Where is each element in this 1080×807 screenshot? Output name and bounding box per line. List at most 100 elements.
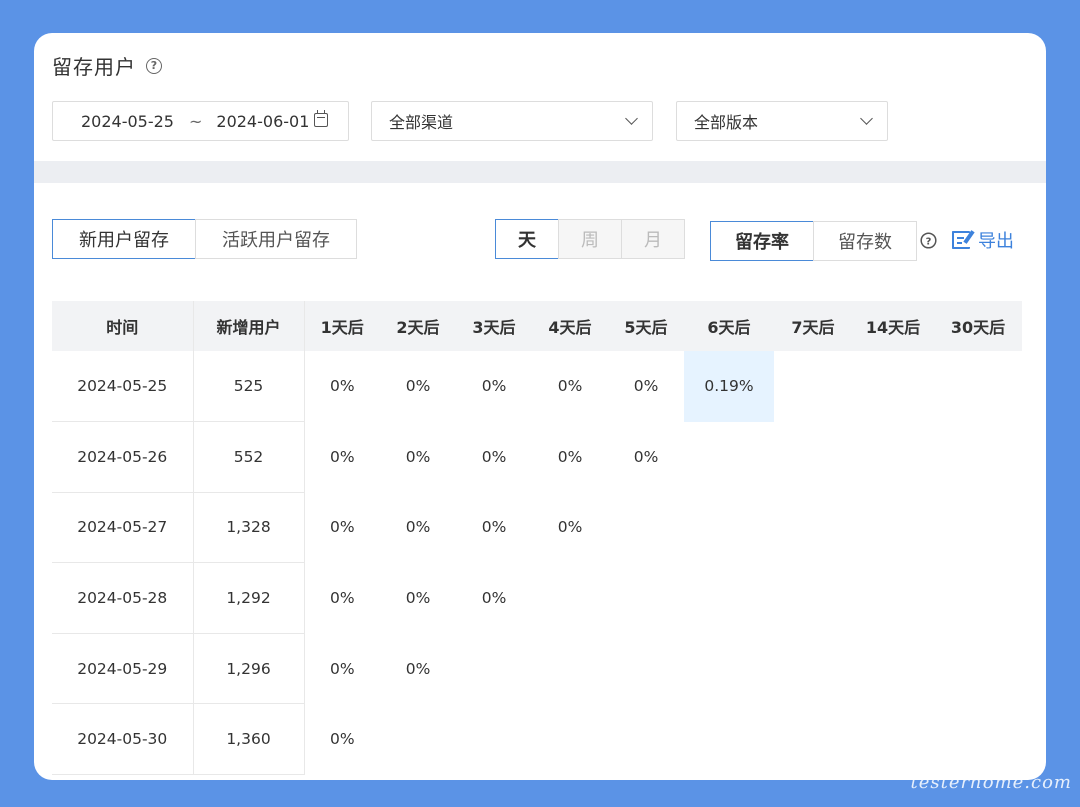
chevron-down-icon[interactable] xyxy=(860,112,873,125)
retention-cell: 0% xyxy=(329,518,355,537)
version-select[interactable]: 全部版本 xyxy=(676,101,888,141)
channel-select-value: 全部渠道 xyxy=(389,113,454,132)
column-header[interactable]: 新增用户 xyxy=(193,301,305,351)
retention-cell xyxy=(684,422,774,493)
retention-cell: 0% xyxy=(633,447,659,466)
table-row: 2024-05-30 1,360 0% xyxy=(52,703,1022,776)
tab-month[interactable]: 月 xyxy=(621,219,685,259)
column-header[interactable]: 14天后 xyxy=(852,301,934,351)
column-header[interactable]: 1天后 xyxy=(304,301,380,351)
retention-cell: 0% xyxy=(329,589,355,608)
retention-cell: 0% xyxy=(405,659,431,678)
new-users-cell: 552 xyxy=(193,421,305,493)
table-row: 2024-05-27 1,328 0% 0% 0% 0% xyxy=(52,492,1022,564)
retention-cell xyxy=(684,633,774,704)
new-users-cell: 1,328 xyxy=(193,492,305,564)
tab-retention-count[interactable]: 留存数 xyxy=(813,221,917,261)
column-header[interactable]: 30天后 xyxy=(934,301,1022,351)
new-users-cell: 1,292 xyxy=(193,562,305,634)
channel-select[interactable]: 全部渠道 xyxy=(371,101,653,141)
retention-cell xyxy=(774,351,852,422)
export-icon xyxy=(952,230,975,249)
retention-cell: 0% xyxy=(329,377,355,396)
column-header[interactable]: 6天后 xyxy=(684,301,774,351)
new-users-cell: 1,296 xyxy=(193,633,305,705)
version-select-value: 全部版本 xyxy=(694,113,759,132)
date-cell: 2024-05-26 xyxy=(52,421,194,493)
retention-cell xyxy=(774,492,852,563)
tab-retention-rate[interactable]: 留存率 xyxy=(710,221,814,261)
retention-cell xyxy=(934,351,1022,422)
retention-cell xyxy=(456,633,532,704)
retention-cell: 0% xyxy=(481,518,507,537)
tab-week[interactable]: 周 xyxy=(558,219,622,259)
date-range-picker[interactable]: 2024-05-25 ~ 2024-06-01 xyxy=(52,101,349,141)
period-tabs: 天 周 月 xyxy=(495,219,685,259)
retention-cell: 0% xyxy=(633,377,659,396)
retention-cell xyxy=(852,492,934,563)
retention-cell xyxy=(774,563,852,634)
retention-cell: 0% xyxy=(557,518,583,537)
retention-cell: 0% xyxy=(329,447,355,466)
retention-cell xyxy=(380,704,456,775)
retention-cell: 0% xyxy=(557,447,583,466)
retention-cell xyxy=(684,563,774,634)
retention-cell: 0% xyxy=(405,377,431,396)
retention-cell xyxy=(532,704,608,775)
column-header[interactable]: 4天后 xyxy=(532,301,608,351)
table-row: 2024-05-26 552 0% 0% 0% 0% 0% xyxy=(52,421,1022,493)
retention-cell xyxy=(608,633,684,704)
retention-cell xyxy=(934,492,1022,563)
date-start: 2024-05-25 xyxy=(81,111,174,131)
help-icon[interactable]: ? xyxy=(146,57,162,74)
date-cell: 2024-05-25 xyxy=(52,351,194,423)
column-header[interactable]: 时间 xyxy=(52,301,194,351)
tab-active-user-retention[interactable]: 活跃用户留存 xyxy=(195,219,357,259)
retention-table: 时间 新增用户 1天后 2天后 3天后 4天后 5天后 6天后 7天后 14天后… xyxy=(52,301,1023,776)
table-row: 2024-05-29 1,296 0% 0% xyxy=(52,633,1022,705)
retention-cell-highlighted: 0.19% xyxy=(684,351,774,422)
retention-cell xyxy=(934,704,1022,775)
new-users-cell: 525 xyxy=(193,351,305,423)
table-row: 2024-05-25 525 0% 0% 0% 0% 0% 0.19% xyxy=(52,351,1022,423)
retention-cell xyxy=(532,633,608,704)
tab-day[interactable]: 天 xyxy=(495,219,559,259)
svg-text:?: ? xyxy=(926,236,932,247)
retention-cell xyxy=(852,633,934,704)
retention-cell xyxy=(852,563,934,634)
export-button[interactable]: 导出 xyxy=(952,227,1014,253)
retention-cell xyxy=(456,704,532,775)
date-cell: 2024-05-29 xyxy=(52,633,194,705)
retention-cell xyxy=(934,633,1022,704)
retention-cell xyxy=(852,704,934,775)
retention-cell: 0% xyxy=(329,730,355,749)
calendar-icon[interactable] xyxy=(314,110,328,127)
new-users-cell: 1,360 xyxy=(193,703,305,776)
retention-cell xyxy=(532,563,608,634)
page-title: 留存用户 xyxy=(52,55,136,79)
retention-cell xyxy=(608,704,684,775)
retention-cell xyxy=(684,704,774,775)
retention-cell: 0% xyxy=(481,589,507,608)
retention-cell xyxy=(934,563,1022,634)
retention-cell: 0% xyxy=(481,377,507,396)
retention-cell xyxy=(852,351,934,422)
column-header[interactable]: 2天后 xyxy=(380,301,456,351)
chevron-down-icon[interactable] xyxy=(625,112,638,125)
column-header[interactable]: 5天后 xyxy=(608,301,684,351)
retention-cell xyxy=(774,704,852,775)
column-header[interactable]: 3天后 xyxy=(456,301,532,351)
retention-cell xyxy=(608,492,684,563)
metric-tabs: 留存率 留存数 xyxy=(710,221,917,261)
retention-cell: 0% xyxy=(405,447,431,466)
table-row: 2024-05-28 1,292 0% 0% 0% xyxy=(52,562,1022,634)
retention-card: 留存用户 ? 2024-05-25 ~ 2024-06-01 全部渠道 全部版本… xyxy=(34,33,1046,780)
tab-new-user-retention[interactable]: 新用户留存 xyxy=(52,219,196,259)
column-header[interactable]: 7天后 xyxy=(774,301,852,351)
help-icon[interactable]: ? xyxy=(920,232,937,249)
table-header-row: 时间 新增用户 1天后 2天后 3天后 4天后 5天后 6天后 7天后 14天后… xyxy=(52,301,1022,351)
user-type-tabs: 新用户留存 活跃用户留存 xyxy=(52,219,357,259)
date-cell: 2024-05-30 xyxy=(52,703,194,776)
retention-cell xyxy=(774,422,852,493)
retention-cell: 0% xyxy=(557,377,583,396)
